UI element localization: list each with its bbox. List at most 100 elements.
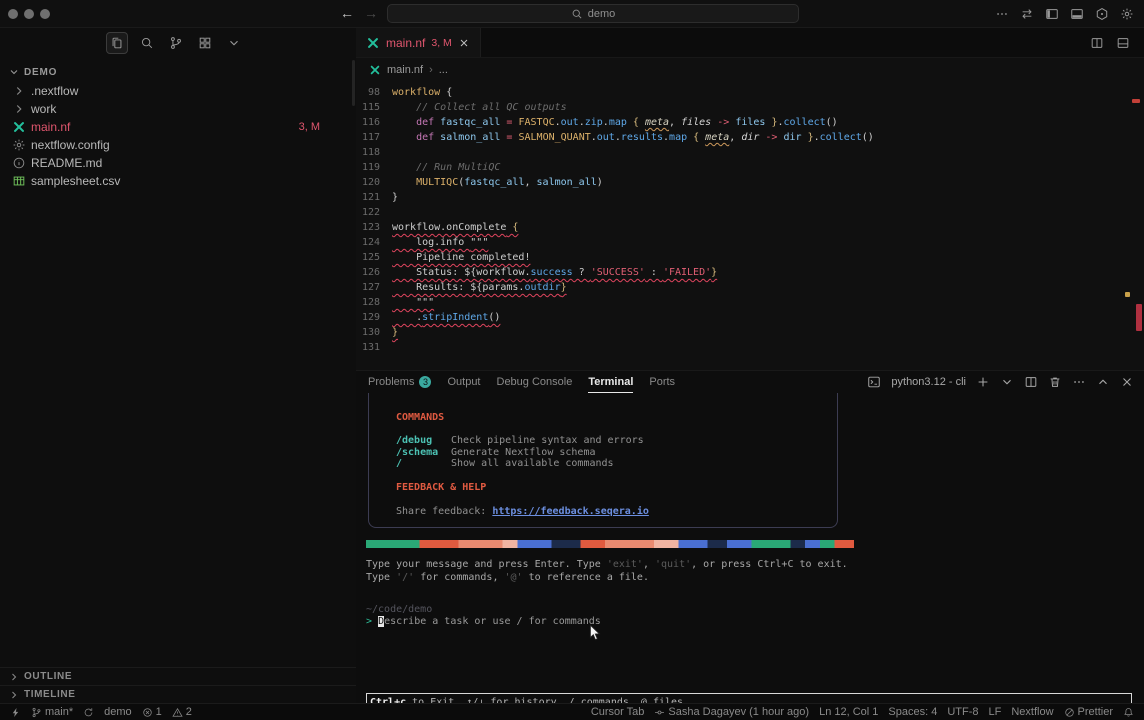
tab-file-label: main.nf bbox=[386, 36, 425, 50]
code-line[interactable]: 125 Pipeline completed! bbox=[356, 250, 1144, 265]
status-item-spaces-4[interactable]: Spaces: 4 bbox=[888, 706, 937, 718]
forward-arrow-icon[interactable]: → bbox=[364, 5, 378, 21]
ellipsis-icon[interactable] bbox=[1072, 375, 1086, 389]
feedback-link[interactable]: https://feedback.seqera.io bbox=[492, 506, 649, 517]
file-item-main.nf[interactable]: main.nf3, M bbox=[0, 118, 356, 136]
slash-circle-icon bbox=[1064, 707, 1075, 718]
code-line[interactable]: 120 MULTIQC(fastqc_all, salmon_all) bbox=[356, 175, 1144, 190]
status-item[interactable] bbox=[10, 707, 21, 718]
close-icon[interactable] bbox=[1120, 375, 1134, 389]
code-line[interactable]: 115 // Collect all QC outputs bbox=[356, 100, 1144, 115]
status-item-nextflow[interactable]: Nextflow bbox=[1011, 706, 1053, 718]
code-editor[interactable]: 98workflow {115 // Collect all QC output… bbox=[356, 82, 1144, 355]
code-line[interactable]: 128 """ bbox=[356, 295, 1144, 310]
activity-files[interactable] bbox=[106, 32, 128, 54]
status-item-main-[interactable]: main* bbox=[31, 706, 73, 718]
traffic-light-close[interactable] bbox=[8, 9, 18, 19]
file-item-nextflow.config[interactable]: nextflow.config bbox=[0, 136, 356, 154]
explorer-section-header[interactable]: DEMO bbox=[0, 58, 356, 82]
panel-tab-debug-console[interactable]: Debug Console bbox=[497, 371, 573, 393]
status-item-demo[interactable]: demo bbox=[104, 706, 132, 718]
panel-tab-problems[interactable]: Problems3 bbox=[368, 371, 431, 393]
file-item-.nextflow[interactable]: .nextflow bbox=[0, 82, 356, 100]
panel-bottom-icon[interactable] bbox=[1070, 7, 1084, 21]
panel-controls: python3.12 - cli bbox=[867, 375, 1134, 389]
traffic-light-maximize[interactable] bbox=[40, 9, 50, 19]
status-item-sasha-dagayev-1-hour-ago-[interactable]: Sasha Dagayev (1 hour ago) bbox=[654, 706, 809, 718]
chevron-up-icon[interactable] bbox=[1096, 375, 1110, 389]
status-item-prettier[interactable]: Prettier bbox=[1064, 706, 1113, 718]
code-line[interactable]: 121} bbox=[356, 190, 1144, 205]
file-item-README.md[interactable]: README.md bbox=[0, 154, 356, 172]
status-item[interactable] bbox=[1123, 707, 1134, 718]
line-number: 116 bbox=[356, 117, 392, 128]
traffic-light-minimize[interactable] bbox=[24, 9, 34, 19]
breadcrumb[interactable]: main.nf › ... bbox=[356, 58, 1144, 82]
plus-icon[interactable] bbox=[976, 375, 990, 389]
widget-icon[interactable] bbox=[1095, 7, 1109, 21]
panel-left-icon[interactable] bbox=[1045, 7, 1059, 21]
activity-search[interactable] bbox=[137, 33, 157, 53]
layout-panel-icon[interactable] bbox=[1116, 36, 1130, 50]
search-value: demo bbox=[588, 8, 616, 20]
line-number: 98 bbox=[356, 87, 392, 98]
code-line[interactable]: 122 bbox=[356, 205, 1144, 220]
chevron-right-icon bbox=[12, 102, 26, 116]
terminal-view[interactable]: COMMANDS /debugCheck pipeline syntax and… bbox=[356, 393, 1144, 703]
code-line[interactable]: 124 log.info """ bbox=[356, 235, 1144, 250]
panel-tab-output[interactable]: Output bbox=[447, 371, 480, 393]
tab-main-nf[interactable]: main.nf 3, M bbox=[356, 28, 481, 57]
back-arrow-icon[interactable]: ← bbox=[340, 5, 354, 21]
close-icon[interactable] bbox=[458, 37, 470, 49]
line-number: 121 bbox=[356, 192, 392, 203]
sidebar-bottom-sections: OUTLINE TIMELINE bbox=[0, 667, 356, 703]
swap-arrows-icon[interactable] bbox=[1020, 7, 1034, 21]
code-line[interactable]: 131 bbox=[356, 340, 1144, 355]
split-editor-icon[interactable] bbox=[1090, 36, 1104, 50]
command-center-search[interactable]: demo bbox=[387, 4, 799, 23]
code-line[interactable]: 130} bbox=[356, 325, 1144, 340]
panel-tab-ports[interactable]: Ports bbox=[649, 371, 675, 393]
breadcrumb-file[interactable]: main.nf bbox=[387, 64, 423, 76]
code-line[interactable]: 119 // Run MultiQC bbox=[356, 160, 1144, 175]
file-item-samplesheet.csv[interactable]: samplesheet.csv bbox=[0, 172, 356, 190]
terminal-instance-label[interactable]: python3.12 - cli bbox=[891, 376, 966, 388]
code-line[interactable]: 116 def fastqc_all = FASTQC.out.zip.map … bbox=[356, 115, 1144, 130]
ellipsis-icon[interactable] bbox=[995, 7, 1009, 21]
timeline-section[interactable]: TIMELINE bbox=[0, 685, 356, 703]
status-item-1[interactable]: 1 bbox=[142, 706, 162, 718]
status-item-ln-12-col-1[interactable]: Ln 12, Col 1 bbox=[819, 706, 878, 718]
code-line[interactable]: 127 Results: ${params.outdir} bbox=[356, 280, 1144, 295]
code-line[interactable]: 118 bbox=[356, 145, 1144, 160]
code-line[interactable]: 123workflow.onComplete { bbox=[356, 220, 1144, 235]
chevron-down-icon[interactable] bbox=[1000, 375, 1014, 389]
gear-icon[interactable] bbox=[1120, 7, 1134, 21]
code-line[interactable]: 126 Status: ${workflow.success ? 'SUCCES… bbox=[356, 265, 1144, 280]
bottom-panel: Problems3 Output Debug Console Terminal Port… bbox=[356, 370, 1144, 703]
code-line[interactable]: 117 def salmon_all = SALMON_QUANT.out.re… bbox=[356, 130, 1144, 145]
outline-section[interactable]: OUTLINE bbox=[0, 667, 356, 685]
code-line[interactable]: 98workflow { bbox=[356, 85, 1144, 100]
file-item-work[interactable]: work bbox=[0, 100, 356, 118]
split-terminal-icon[interactable] bbox=[1024, 375, 1038, 389]
activity-chevron-down[interactable] bbox=[224, 33, 244, 53]
trash-icon[interactable] bbox=[1048, 375, 1062, 389]
terminal-prompt-input[interactable]: > Describe a task or use / for commands bbox=[366, 615, 1144, 628]
panel-tab-terminal[interactable]: Terminal bbox=[588, 371, 633, 393]
code-line[interactable]: 129 .stripIndent() bbox=[356, 310, 1144, 325]
nextflow-logo-icon bbox=[12, 120, 26, 134]
status-item-cursor-tab[interactable]: Cursor Tab bbox=[591, 706, 645, 718]
error-circle-icon bbox=[142, 707, 153, 718]
activity-git-branch[interactable] bbox=[166, 33, 186, 53]
status-item-lf[interactable]: LF bbox=[989, 706, 1002, 718]
sidebar-scrollbar[interactable] bbox=[352, 60, 355, 106]
hint-line-2: Type '/' for commands, '@' to reference … bbox=[366, 572, 1144, 585]
breadcrumb-separator: › bbox=[429, 64, 433, 76]
status-item-utf-8[interactable]: UTF-8 bbox=[947, 706, 978, 718]
status-item-2[interactable]: 2 bbox=[172, 706, 192, 718]
file-name: README.md bbox=[31, 156, 102, 170]
activity-extensions[interactable] bbox=[195, 33, 215, 53]
breadcrumb-rest[interactable]: ... bbox=[439, 64, 448, 76]
file-name: samplesheet.csv bbox=[31, 174, 120, 188]
status-item[interactable] bbox=[83, 707, 94, 718]
